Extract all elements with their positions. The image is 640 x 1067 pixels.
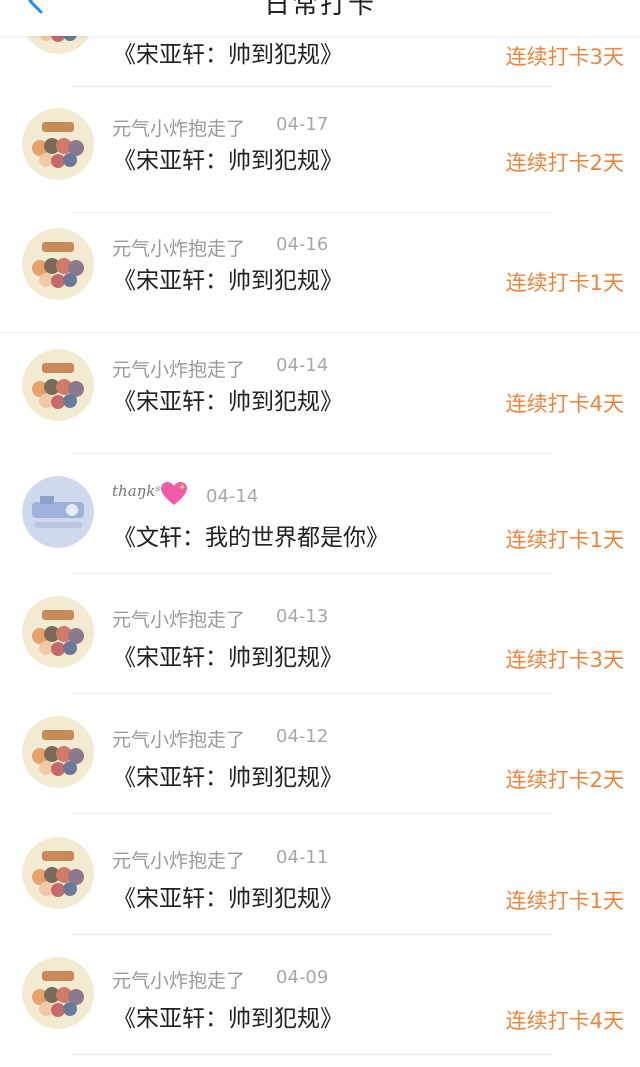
streak-label: 连续打卡3天 (505, 45, 624, 69)
checkin-row[interactable]: 元气小炸抱走了 04-09 《宋亚轩：帅到犯规》 连续打卡4天 (0, 935, 640, 1055)
blue-photo-avatar-icon (22, 476, 94, 548)
checkin-title: 《宋亚轩：帅到犯规》 (113, 268, 343, 294)
cartoon-group-avatar-icon (22, 957, 94, 1029)
streak-label: 连续打卡1天 (505, 528, 624, 552)
user-name[interactable]: 元气小炸抱走了 (112, 114, 245, 141)
sparkling-heart-icon (161, 482, 187, 505)
row-divider (72, 86, 552, 87)
user-name[interactable]: 元气小炸抱走了 (112, 846, 245, 873)
checkin-row[interactable]: 元气小炸抱走了 04-12 《宋亚轩：帅到犯规》 连续打卡2天 (0, 694, 640, 814)
cartoon-group-avatar-icon (22, 716, 94, 788)
avatar[interactable] (22, 957, 94, 1029)
streak-label: 连续打卡4天 (505, 1009, 624, 1033)
checkin-row[interactable]: 元气小炸抱走了 04-16 《宋亚轩：帅到犯规》 连续打卡1天 (0, 213, 640, 333)
streak-label: 连续打卡1天 (505, 889, 624, 913)
checkin-title: 《宋亚轩：帅到犯规》 (113, 148, 343, 174)
checkin-date: 04-14 (276, 355, 329, 376)
checkin-title: 《宋亚轩：帅到犯规》 (113, 765, 343, 791)
top-nav-bar: 日常打卡 (0, 0, 640, 36)
user-name[interactable]: 元气小炸抱走了 (112, 234, 245, 261)
cartoon-group-avatar-icon (22, 228, 94, 300)
checkin-row[interactable]: thaŋkˢ 04-14 《文轩：我的世界都是你》 连续打卡1天 (0, 454, 640, 574)
page-title: 日常打卡 (263, 0, 376, 20)
streak-label: 连续打卡2天 (505, 768, 624, 792)
checkin-title: 《文轩：我的世界都是你》 (113, 525, 389, 551)
checkin-title: 《宋亚轩：帅到犯规》 (113, 389, 343, 415)
checkin-date: 04-16 (276, 234, 329, 255)
streak-label: 连续打卡4天 (505, 392, 624, 416)
checkin-row[interactable]: 元气小炸抱走了 04-11 《宋亚轩：帅到犯规》 连续打卡1天 (0, 815, 640, 935)
user-name[interactable]: 元气小炸抱走了 (112, 605, 245, 632)
user-name[interactable]: 元气小炸抱走了 (112, 725, 245, 752)
row-divider (72, 813, 552, 814)
checkin-row[interactable]: 元气小炸抱走了 04-14 《宋亚轩：帅到犯规》 连续打卡4天 (0, 334, 640, 454)
streak-label: 连续打卡3天 (505, 648, 624, 672)
streak-label: 连续打卡1天 (505, 271, 624, 295)
cartoon-group-avatar-icon (22, 596, 94, 668)
avatar[interactable] (22, 837, 94, 909)
cartoon-group-avatar-icon (22, 349, 94, 421)
checkin-row[interactable]: 元气小炸抱走了 04-13 《宋亚轩：帅到犯规》 连续打卡3天 (0, 574, 640, 694)
row-divider (0, 332, 640, 333)
avatar[interactable] (22, 108, 94, 180)
row-divider (72, 1054, 552, 1055)
checkin-date: 04-12 (276, 726, 329, 747)
user-name[interactable]: thaŋkˢ (112, 482, 160, 500)
checkin-date: 04-14 (206, 486, 259, 507)
checkin-date: 04-13 (276, 606, 329, 627)
user-name[interactable]: 元气小炸抱走了 (112, 966, 245, 993)
avatar[interactable] (22, 476, 94, 548)
avatar[interactable] (22, 716, 94, 788)
cartoon-group-avatar-icon (22, 837, 94, 909)
checkin-date: 04-09 (276, 967, 329, 988)
checkin-title: 《宋亚轩：帅到犯规》 (113, 645, 343, 671)
checkin-title: 《宋亚轩：帅到犯规》 (113, 886, 343, 912)
user-name[interactable]: 元气小炸抱走了 (112, 355, 245, 382)
avatar[interactable] (22, 596, 94, 668)
streak-label: 连续打卡2天 (505, 151, 624, 175)
checkin-date: 04-17 (276, 114, 329, 135)
checkin-title: 《宋亚轩：帅到犯规》 (113, 42, 343, 68)
avatar[interactable] (22, 228, 94, 300)
checkin-title: 《宋亚轩：帅到犯规》 (113, 1006, 343, 1032)
checkin-date: 04-11 (276, 847, 329, 868)
avatar[interactable] (22, 349, 94, 421)
checkin-row[interactable]: 元气小炸抱走了 04-17 《宋亚轩：帅到犯规》 连续打卡2天 (0, 93, 640, 213)
cartoon-group-avatar-icon (22, 108, 94, 180)
